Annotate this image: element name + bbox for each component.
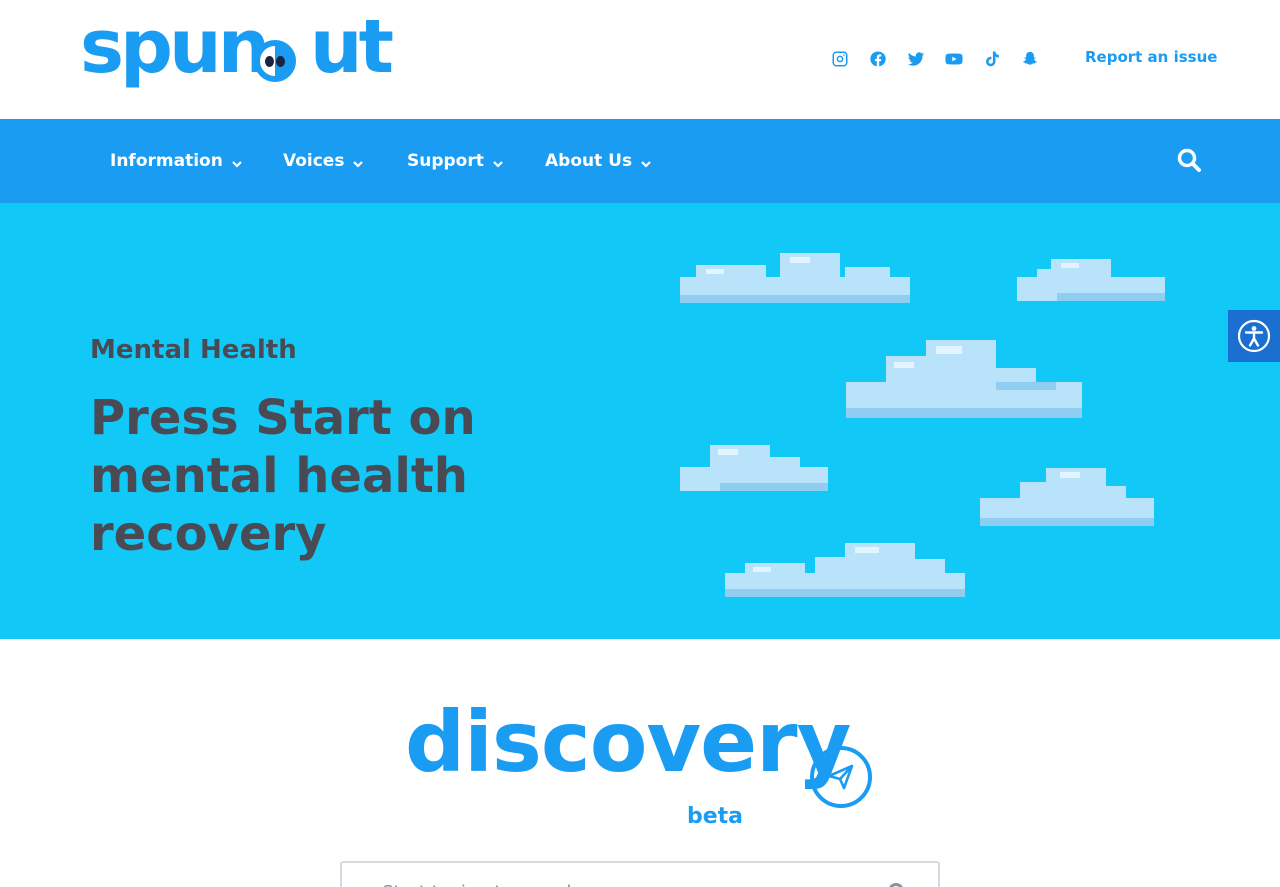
accessibility-icon — [1237, 319, 1271, 353]
nav-item-information[interactable]: Information — [110, 149, 243, 173]
cloud-illustration — [725, 543, 965, 597]
nav-item-support[interactable]: Support — [407, 149, 504, 173]
instagram-icon[interactable] — [830, 46, 850, 72]
nav-item-label: Voices — [283, 151, 345, 171]
hero-banner: Mental Health Press Start on mental heal… — [0, 203, 1280, 639]
search-icon[interactable] — [886, 881, 910, 887]
chevron-down-icon — [231, 155, 243, 168]
accessibility-button[interactable] — [1228, 310, 1280, 362]
discovery-search-input[interactable] — [382, 877, 862, 887]
cloud-illustration — [1017, 259, 1165, 301]
nav-item-label: Information — [110, 151, 223, 171]
nav-item-voices[interactable]: Voices — [283, 149, 364, 173]
main-nav: Information Voices Support About Us — [0, 119, 1280, 203]
chevron-down-icon — [492, 155, 504, 168]
page-title: Press Start on mental health recovery — [90, 390, 476, 562]
twitter-icon[interactable] — [906, 46, 926, 72]
nav-item-label: Support — [407, 151, 484, 171]
discovery-search-box — [340, 861, 940, 887]
cloud-illustration — [680, 253, 910, 303]
tiktok-icon[interactable] — [982, 46, 1002, 72]
cloud-illustration — [980, 468, 1154, 526]
site-logo[interactable]: spun ut — [80, 10, 394, 98]
snapchat-icon[interactable] — [1020, 46, 1040, 72]
logo-eyes-icon — [254, 40, 296, 82]
search-icon[interactable] — [1176, 147, 1202, 173]
beta-badge: beta — [687, 804, 744, 829]
social-links — [830, 46, 1040, 72]
site-header: spun ut Report an issue — [0, 0, 1280, 119]
youtube-icon[interactable] — [944, 46, 964, 72]
hero-category: Mental Health — [90, 335, 297, 365]
chevron-down-icon — [640, 155, 652, 168]
facebook-icon[interactable] — [868, 46, 888, 72]
logo-wordmark: spun ut — [80, 4, 394, 90]
nav-item-about-us[interactable]: About Us — [545, 149, 652, 173]
paper-plane-icon — [827, 764, 854, 790]
send-button[interactable] — [810, 746, 872, 808]
discovery-heading: discovery — [405, 693, 851, 791]
cloud-illustration — [680, 445, 828, 491]
report-issue-link[interactable]: Report an issue — [1085, 48, 1217, 66]
nav-item-label: About Us — [545, 151, 633, 171]
cloud-illustration — [846, 340, 1082, 418]
chevron-down-icon — [352, 155, 364, 168]
